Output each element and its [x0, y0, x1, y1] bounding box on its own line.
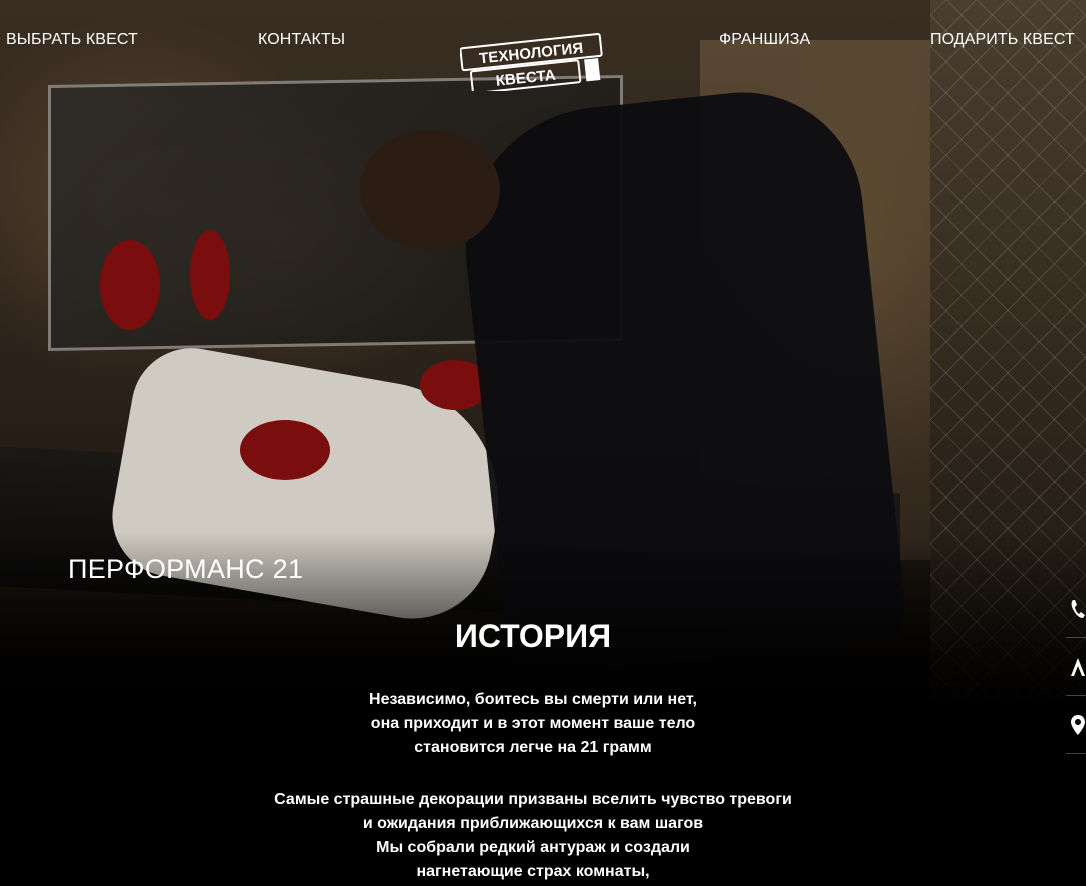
story-text: Независимо, боитесь вы смерти или нет, о…	[0, 688, 1066, 884]
side-contact-bar	[1066, 580, 1086, 754]
nav-gift-quest[interactable]: ПОДАРИТЬ КВЕСТ	[930, 31, 1075, 49]
user-icon	[1071, 658, 1085, 676]
side-phone-button[interactable]	[1066, 580, 1086, 638]
story-heading: ИСТОРИЯ	[454, 618, 612, 654]
story-line: нагнетающие страх комнаты,	[416, 863, 650, 880]
top-navigation: ВЫБРАТЬ КВЕСТ КОНТАКТЫ ТЕХНОЛОГИЯ КВЕСТА…	[0, 0, 1086, 91]
nav-choose-quest[interactable]: ВЫБРАТЬ КВЕСТ	[6, 31, 138, 49]
quest-title: ПЕРФОРМАНС 21	[68, 554, 304, 584]
story-line: становится легче на 21 грамм	[414, 739, 652, 756]
side-user-button[interactable]	[1066, 638, 1086, 696]
map-pin-icon	[1071, 715, 1085, 735]
nav-contacts[interactable]: КОНТАКТЫ	[258, 31, 345, 49]
story-line: Независимо, боитесь вы смерти или нет,	[369, 691, 697, 708]
nav-franchise[interactable]: ФРАНШИЗА	[719, 31, 810, 49]
story-line: Самые страшные декорации призваны вселит…	[274, 791, 792, 808]
story-line: Мы собрали редкий антураж и создали	[376, 839, 690, 856]
story-line: и ожидания приближающихся к вам шагов	[362, 815, 704, 832]
site-logo[interactable]: ТЕХНОЛОГИЯ КВЕСТА	[460, 31, 604, 91]
side-location-button[interactable]	[1066, 696, 1086, 754]
story-line: она приходит и в этот момент ваше тело	[370, 715, 696, 732]
phone-icon	[1071, 600, 1085, 618]
logo-graphic: ТЕХНОЛОГИЯ КВЕСТА	[460, 32, 603, 91]
